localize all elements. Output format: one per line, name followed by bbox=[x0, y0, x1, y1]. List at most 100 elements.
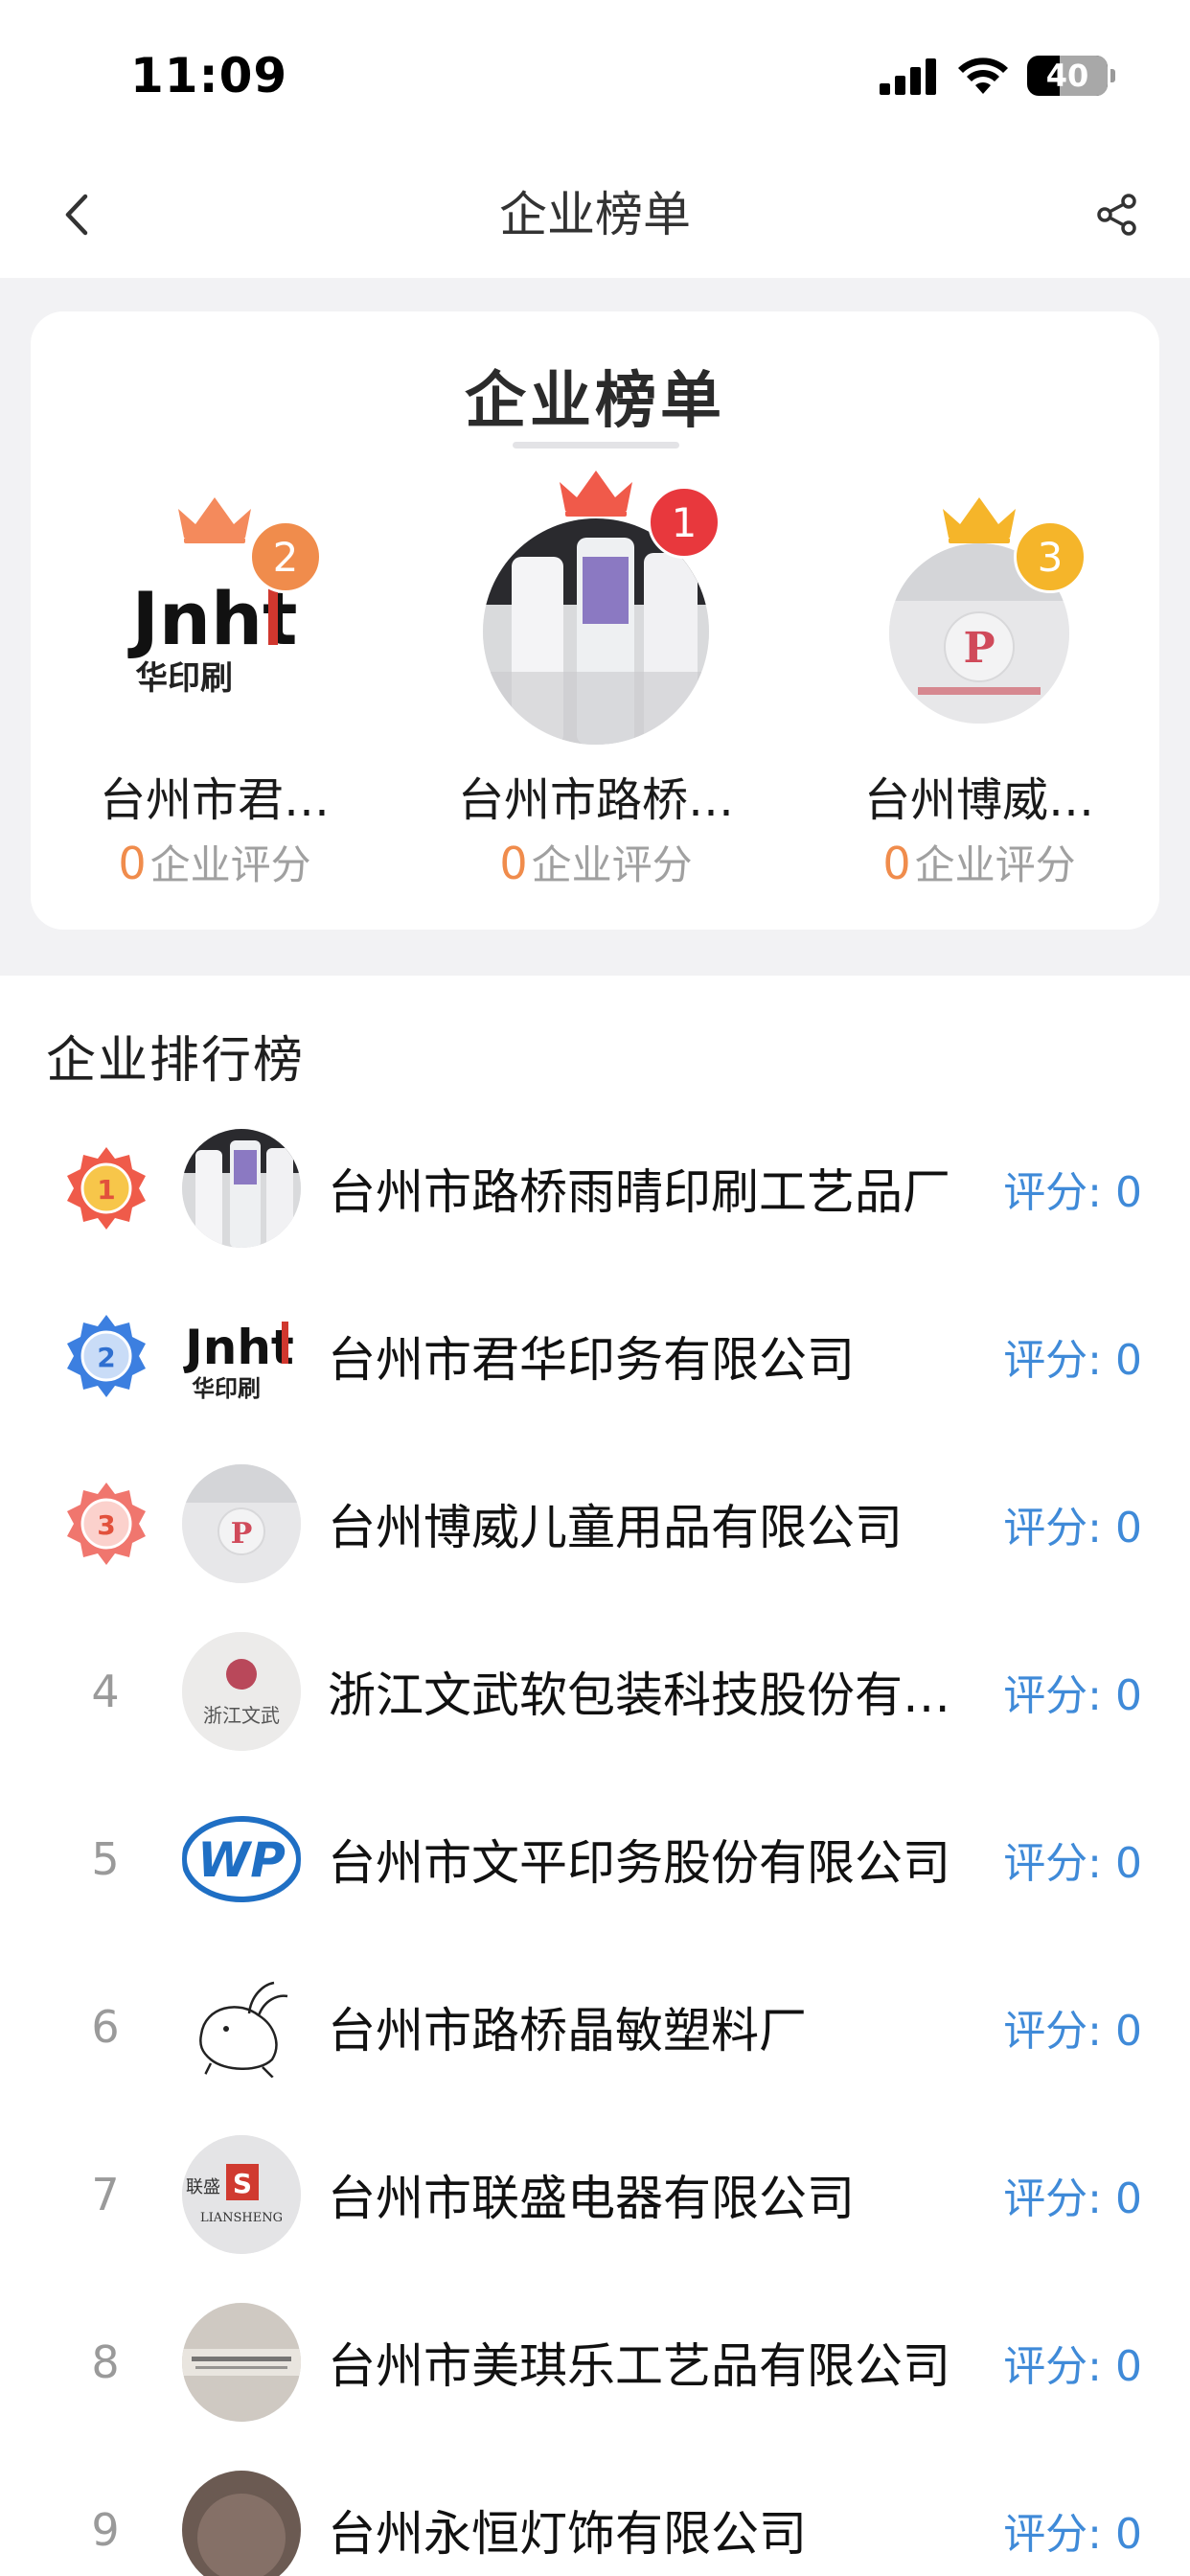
ranking-row[interactable]: 2 Jnht 华印刷 台州市君华印务有限公司 评分: 0 bbox=[0, 1272, 1190, 1439]
ranking-row[interactable]: 6 台州市路桥晶敏塑料厂 评分: 0 bbox=[0, 1943, 1190, 2110]
company-name: 台州博威儿童用品有限公司 bbox=[328, 1499, 903, 1555]
svg-text:S: S bbox=[233, 2168, 252, 2199]
svg-text:Jnht: Jnht bbox=[182, 1320, 294, 1375]
battery-icon: 40 bbox=[1027, 56, 1115, 96]
battery-level: 40 bbox=[1045, 58, 1089, 94]
company-score: 评分: 0 bbox=[1003, 1325, 1142, 1387]
logo-sub-text: 华印刷 bbox=[135, 659, 233, 698]
ranking-row[interactable]: 4 浙江文武 浙江文武软包装科技股份有限公司 评分: 0 bbox=[0, 1607, 1190, 1775]
silver-medal-icon: 2 bbox=[67, 1314, 146, 1397]
score-value: 0 bbox=[882, 838, 911, 889]
company-score: 评分: 0 bbox=[1003, 1661, 1142, 1722]
podium-company-score: 0企业评分 bbox=[452, 833, 740, 891]
score-label: 评分: bbox=[1003, 2006, 1115, 2056]
rank-badge: 2 bbox=[249, 520, 322, 593]
svg-text:P: P bbox=[963, 624, 995, 673]
score-value: 0 bbox=[1115, 1838, 1142, 1888]
company-name: 浙江文武软包装科技股份有限公司 bbox=[328, 1667, 964, 1723]
company-photo-avatar: P bbox=[182, 1463, 301, 1583]
company-photo-avatar bbox=[182, 1128, 301, 1248]
status-time: 11:09 bbox=[130, 48, 288, 104]
company-logo-avatar bbox=[182, 1966, 301, 2086]
podium-card: 企业榜单 Jnht 华印刷 2 台州市君… 0企业评分 1 台州市路桥… 0企业… bbox=[31, 311, 1159, 930]
company-name: 台州永恒灯饰有限公司 bbox=[328, 2505, 807, 2562]
medal-rank-number: 2 bbox=[97, 1342, 115, 1373]
medal-rank-number: 1 bbox=[97, 1174, 115, 1206]
company-name: 台州市路桥晶敏塑料厂 bbox=[328, 2002, 807, 2058]
navigation-bar: 企业榜单 bbox=[0, 153, 1190, 278]
ranking-list-title: 企业排行榜 bbox=[46, 1032, 306, 1090]
rank-number: 6 bbox=[91, 2000, 120, 2053]
company-photo-avatar bbox=[182, 2302, 301, 2422]
logo-sub-text: 联盛 bbox=[186, 2177, 220, 2197]
company-photo-avatar bbox=[182, 2470, 301, 2576]
score-label: 企业评分 bbox=[914, 841, 1076, 888]
ranking-row[interactable]: 9 台州永恒灯饰有限公司 评分: 0 bbox=[0, 2446, 1190, 2576]
logo-en-text: LIANSHENG bbox=[200, 2211, 283, 2225]
rank-number: 4 bbox=[91, 1665, 120, 1717]
crown-icon bbox=[943, 497, 1016, 543]
medal-rank-number: 3 bbox=[97, 1509, 115, 1541]
company-score: 评分: 0 bbox=[1003, 1493, 1142, 1554]
podium-item-rank-2[interactable]: Jnht 华印刷 2 台州市君… 0企业评分 bbox=[71, 476, 358, 917]
score-value: 0 bbox=[1115, 1670, 1142, 1720]
podium-company-name: 台州博威… bbox=[863, 773, 1094, 827]
company-score: 评分: 0 bbox=[1003, 2499, 1142, 2561]
score-label: 评分: bbox=[1003, 1167, 1115, 1217]
logo-text: WP bbox=[197, 1832, 286, 1888]
podium-title: 企业榜单 bbox=[465, 366, 725, 437]
rank-badge: 3 bbox=[1014, 520, 1087, 593]
ranking-row[interactable]: 8 台州市美琪乐工艺品有限公司 评分: 0 bbox=[0, 2278, 1190, 2446]
company-name: 台州市美琪乐工艺品有限公司 bbox=[328, 2337, 950, 2394]
title-underline bbox=[513, 442, 679, 448]
crown-icon bbox=[560, 471, 632, 517]
score-value: 0 bbox=[1115, 1335, 1142, 1385]
company-logo-avatar: WP bbox=[182, 1799, 301, 1919]
company-score: 评分: 0 bbox=[1003, 1158, 1142, 1219]
status-bar: 11:09 40 bbox=[0, 0, 1190, 153]
score-value: 0 bbox=[1115, 1167, 1142, 1217]
podium-company-score: 0企业评分 bbox=[71, 833, 358, 891]
crown-icon bbox=[178, 497, 251, 543]
company-name: 台州市路桥雨晴印刷工艺品厂 bbox=[328, 1163, 950, 1220]
enterprise-ranking-page: 11:09 40 企业榜单 企业榜单 Jnht 华印刷 2 台州市君… 0企业评… bbox=[0, 0, 1190, 2576]
company-score: 评分: 0 bbox=[1003, 2332, 1142, 2393]
gold-medal-icon: 1 bbox=[67, 1146, 146, 1230]
podium-company-name: 台州市君… bbox=[99, 773, 330, 827]
score-label: 评分: bbox=[1003, 2509, 1115, 2559]
wifi-icon bbox=[958, 58, 1008, 94]
ranking-row[interactable]: 3 P 台州博威儿童用品有限公司 评分: 0 bbox=[0, 1439, 1190, 1607]
cellular-signal-icon bbox=[880, 58, 936, 95]
bronze-medal-icon: 3 bbox=[67, 1482, 146, 1565]
company-score: 评分: 0 bbox=[1003, 1828, 1142, 1890]
score-value: 0 bbox=[499, 838, 528, 889]
score-label: 评分: bbox=[1003, 2341, 1115, 2391]
share-icon bbox=[1097, 194, 1136, 236]
company-logo-avatar: Jnht 华印刷 bbox=[182, 1296, 301, 1415]
share-button[interactable] bbox=[1083, 180, 1152, 249]
rank-number: 7 bbox=[91, 2168, 120, 2220]
score-label: 评分: bbox=[1003, 1670, 1115, 1720]
company-name: 台州市君华印务有限公司 bbox=[328, 1331, 855, 1388]
score-label: 企业评分 bbox=[531, 841, 693, 888]
svg-text:P: P bbox=[231, 1517, 253, 1551]
rank-badge: 1 bbox=[648, 486, 721, 559]
score-value: 0 bbox=[1115, 2509, 1142, 2559]
company-name: 台州市文平印务股份有限公司 bbox=[328, 1834, 950, 1891]
company-name: 台州市联盛电器有限公司 bbox=[328, 2170, 855, 2226]
score-label: 评分: bbox=[1003, 1335, 1115, 1385]
ranking-list-section: 企业排行榜 1 台州市路桥雨晴印刷工艺品厂 评分: 0 2 Jnht 华印刷 台… bbox=[0, 976, 1190, 2576]
ranking-row[interactable]: 1 台州市路桥雨晴印刷工艺品厂 评分: 0 bbox=[0, 1104, 1190, 1272]
ranking-row[interactable]: 7 S 联盛 LIANSHENG 台州市联盛电器有限公司 评分: 0 bbox=[0, 2110, 1190, 2278]
score-label: 评分: bbox=[1003, 1503, 1115, 1552]
logo-sub-text: 华印刷 bbox=[192, 1375, 261, 1402]
ranking-row[interactable]: 5 WP 台州市文平印务股份有限公司 评分: 0 bbox=[0, 1775, 1190, 1943]
company-logo-avatar: S 联盛 LIANSHENG bbox=[182, 2134, 301, 2254]
page-title: 企业榜单 bbox=[499, 187, 691, 242]
rank-number: 9 bbox=[91, 2503, 120, 2556]
score-value: 0 bbox=[118, 838, 147, 889]
podium-item-rank-1[interactable]: 1 台州市路桥… 0企业评分 bbox=[452, 471, 740, 917]
company-score: 评分: 0 bbox=[1003, 2164, 1142, 2225]
podium-item-rank-3[interactable]: P 3 台州博威… 0企业评分 bbox=[835, 476, 1123, 917]
score-label: 企业评分 bbox=[149, 841, 311, 888]
